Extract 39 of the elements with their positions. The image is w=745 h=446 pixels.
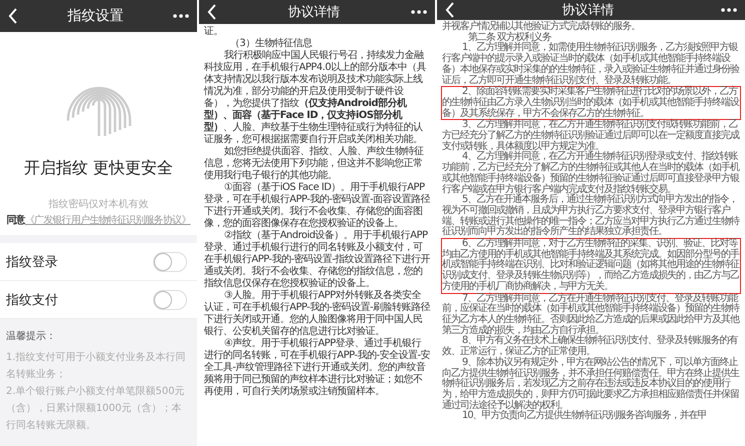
back-icon[interactable]: [445, 2, 455, 18]
fingerprint-note: 指纹密码仅对本机有效: [48, 198, 148, 211]
more-icon[interactable]: [721, 8, 737, 12]
agreement-paragraph: 4、乙方理解并同意，在乙方开通生物特征识别登录或支付、指纹转账功能前，乙方已经充分了解乙方的生物特征或其他人在当时的载体（如手机或其他智能手持终端设备）预留的生物特征验证通过后即可直接登录甲方银行客户端或在甲方银行客户端内完成支付及指纹转账交易。: [441, 152, 740, 195]
agreement-paragraph: 并视客户情况辅以其他验证方式完成转账的服务。: [441, 22, 641, 32]
agreement-paragraph: 第二条 双方权利义务: [468, 32, 552, 43]
page-title: 协议详情: [562, 2, 614, 19]
back-icon[interactable]: [207, 4, 217, 20]
back-icon[interactable]: [8, 8, 18, 24]
page-title: 指纹设置: [68, 7, 124, 25]
agreement-paragraph: ②指纹（基于Android设备）。用于手机银行APP登录、通过手机银行进行的同名转账及小额支付，可在手机银行APP-我的-密码设置-指纹设置路径下进行开通或关闭。我行不会收集、存储您的指纹信息，您的指纹信息仅保存在您授权验证的设备上。: [203, 230, 431, 290]
hero-title: 开启指纹 更快更安全: [24, 158, 174, 179]
agreement-paragraph: ③人脸。用于手机银行APP对外转账及各类安全认证，可在手机银行APP-我的-密码设置-刷脸转账路径下进行关闭或开通。您的人脸图像将用于同中国人民银行、公安机关留存的信息进行比对验证。: [203, 290, 431, 338]
agreement-paragraph: 8、甲方有义务在技术上确保生物特征识别支付、登录及转账服务的有效、正常运行，保证乙方的正常使用。: [441, 336, 739, 358]
setting-label: 指纹支付: [6, 292, 58, 308]
agreement-paragraph: 5、乙方在开通本服务后，通过生物特征识别方式向甲方发出的指令，视为不可撤回或撤销，且成为甲方执行乙方要求支付、登录甲方银行客户端、转账或进行其他操作的唯一指令；乙方应当对甲方执行乙方通过生物特征识别而向甲方发出的指令所产生的结果独立承担责任。: [441, 195, 740, 238]
setting-label: 指纹登录: [6, 254, 58, 270]
agreement-paragraph: （3）生物特征信息: [229, 38, 313, 50]
agreement-paragraph: 10、甲方负责向乙方提供生物特征识别服务咨询服务，并在甲: [461, 411, 708, 422]
agreement-link[interactable]: 《广发银行用户生物特征识别服务协议》: [24, 213, 190, 227]
agreement-paragraph: 7、乙方理解并同意，乙方在开通生物特征识别支付、登录及转账功能前，应保证在当时的载体（如手机或其他智能手持终端设备）预留的生物特征为乙方本人的生物特征。否则因此给乙方造成的后果或因此给甲方及其他第三方造成的损失，均由乙方自行承担。: [441, 294, 740, 336]
tip-text: 2.单个银行账户小额支付单笔限额500元（含），日累计限额1000元（含）；本行同名转账无限额。: [6, 384, 186, 433]
toggle-switch[interactable]: [153, 290, 187, 310]
agreement-paragraph: ④声纹。用于手机银行APP登录、通过手机银行进行的同名转账，可在手机银行APP-我的-安全设置-安全工具-声纹管理路径下进行开通或关闭。您的声纹音频将用于同已预留的声纹样本进行比对验证；如您不再使用，可自行关闭场景或注销预留样本。: [203, 338, 431, 398]
more-icon[interactable]: [173, 14, 189, 18]
agreement-paragraph: ①面容（基于iOS Face ID）。用于手机银行APP登录，可在手机银行APP-我的-密码设置-面容设置路径下进行开通或关闭。我行不会收集、存储您的面容图像，您的面容图像保存在您授权验证的设备上。: [203, 182, 431, 230]
agreement-paragraph: 证。: [203, 26, 224, 38]
toggle-switch[interactable]: [153, 252, 187, 272]
agreement-paragraph: 9、除本协议另有规定外，甲方在网站公告的情况下，可以单方面终止向乙方提供生物特征识别服务，并不承担任何赔偿责任。甲方在终止提供生物特征识别服务后，若发现乙方之前存在违法或违反本协议目的的使用行为，给甲方造成损失的，则甲方仍可据此要求乙方承担相应赔偿责任并保留通过司法途径予以解决的权利。: [441, 358, 740, 411]
agreement-paragraph: 1、乙方理解并同意，如需使用生物特征识别服务，乙方须按照甲方银行客户端中的提示录入或验证当时的载体（如手机或其他智能手持终端设备）本地保存或实时采集的的生物特征，录入或验证生物特征并通过身份验证后，乙方即可开通生物特征识别支付、登录及转账功能。: [441, 43, 740, 86]
tips-title: 温馨提示：: [6, 330, 57, 343]
tip-text: 1.指纹支付可用于小额支付业务及本行同名转账业务；: [6, 350, 187, 382]
agree-text: 同意: [6, 214, 25, 227]
agreement-paragraph: 我行积极响应中国人民银行号召，持续发力金融科技应用，在手机银行APP4.0以上的部分版本中（具体支持情况以我行版本发布说明及技术功能实际上线情况为准，部分功能的开启及使用受制于硬件设备），为您提供了指纹（仅支持Android部分机型）、面容（基于Face ID，仅支持iOS部分机型）、人脸、声纹基于生物生理特征或行为特征的认证服务，您可根据据需要自行开启或关闭相关功能。: [203, 50, 427, 146]
agreement-paragraph: 如您拒绝提供面容、指纹、人脸、声纹生物特征信息，您将无法使用下列功能，但这并不影响您正常使用我行电子银行的其他功能。: [203, 146, 425, 182]
page-title: 协议详情: [288, 4, 340, 21]
more-icon[interactable]: [411, 10, 427, 14]
agreement-paragraph: 6、乙方理解并同意，对于乙方生物特征的采集、识别、验证、比对等均由乙方使用的手机或其他智能手持终端及其系统完成。如因部分型号的手机或智能手持终端在识别、比对和验证逻辑问题（如将其他用途的生物特征识别成支付、登录及转账生物识别等），而给乙方造成损失的，由乙方与乙方使用的手机厂商协商解决，与甲方无关。: [441, 238, 741, 294]
agreement-paragraph: 3、乙方理解并同意，在乙方开通生物特征识别支付或转账功能前，乙方已经充分了解乙方的生物特征识别验证通过后即可以在一定额度直接完成支付或转账，具体额度以甲方规定为准。: [441, 120, 740, 152]
